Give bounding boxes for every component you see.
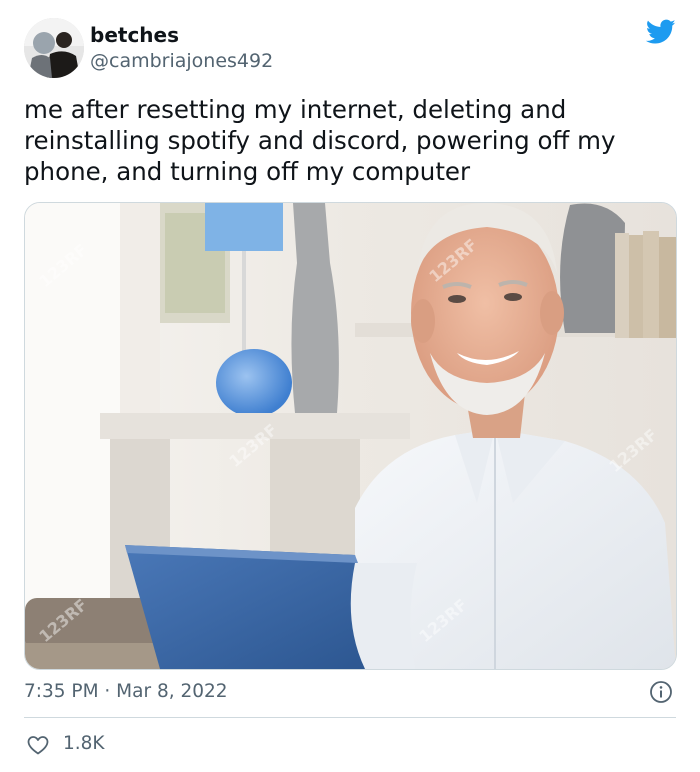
tweet-photo[interactable]: 123RF 123RF 123RF 123RF 123RF 123RF — [24, 202, 677, 670]
author-handle[interactable]: @cambriajones492 — [90, 50, 273, 72]
info-icon[interactable] — [649, 680, 673, 704]
tweet-card: betches @cambriajones492 me after resett… — [0, 0, 700, 772]
tweet-text: me after resetting my internet, deleting… — [24, 95, 616, 186]
like-count[interactable]: 1.8K — [63, 733, 105, 754]
heart-icon[interactable] — [26, 733, 50, 757]
photo-scene: 123RF123RF123RF123RF123RF 123RF — [25, 203, 676, 669]
avatar-image — [24, 18, 84, 78]
tweet-timestamp[interactable]: 7:35 PM · Mar 8, 2022 — [24, 681, 228, 702]
divider — [24, 717, 676, 718]
twitter-bird-icon[interactable] — [646, 19, 676, 45]
author-name[interactable]: betches — [90, 23, 179, 47]
avatar[interactable] — [24, 18, 84, 78]
